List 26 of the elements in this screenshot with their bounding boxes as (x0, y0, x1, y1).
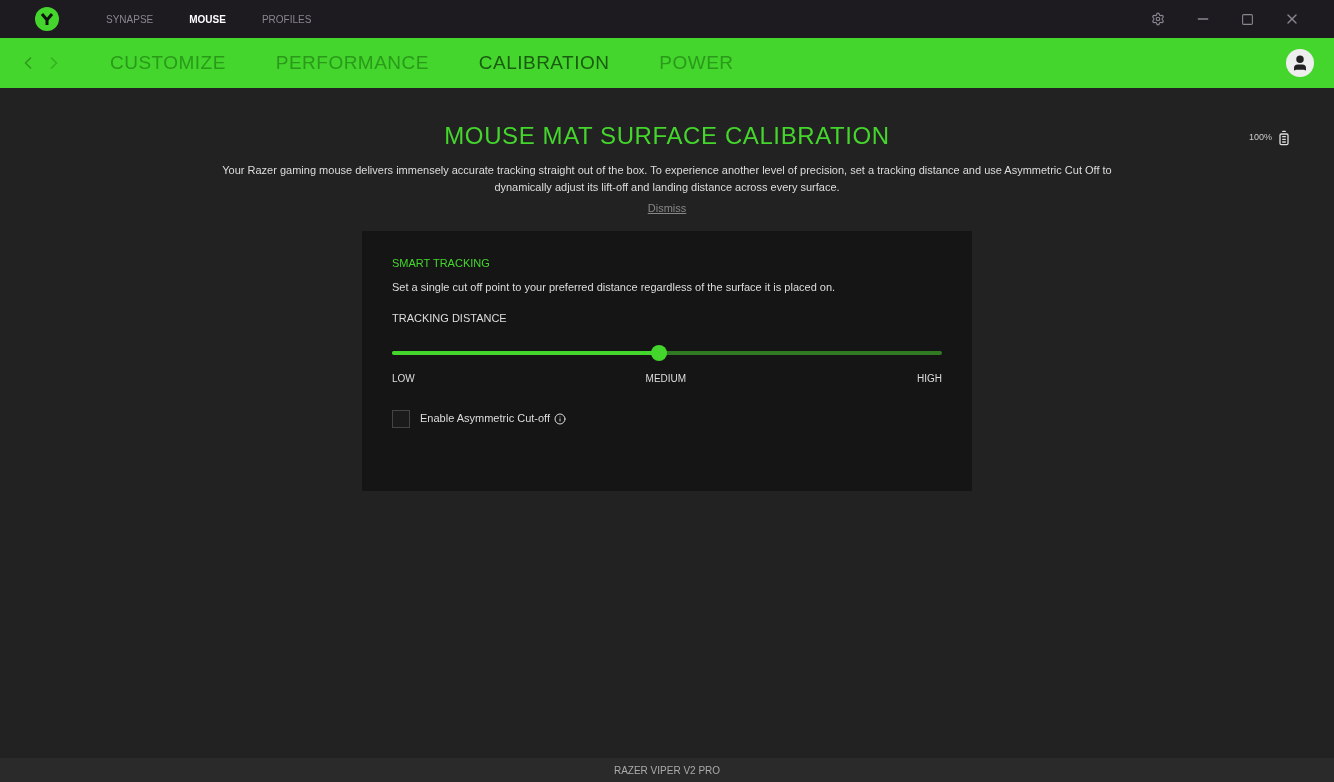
settings-icon[interactable] (1151, 12, 1165, 26)
top-tab[interactable]: MOUSE (189, 11, 226, 27)
description: Your Razer gaming mouse delivers immensely accurate tracking straight out of the box. To experience another level of precision, set a tracking distance and use Asymmetric Cut Off to dynamically adjust its lift-off and landing distance across every surface. (221, 163, 1113, 195)
slider-tick-label: LOW (392, 371, 415, 386)
slider-label: TRACKING DISTANCE (392, 311, 508, 326)
slider-thumb[interactable] (650, 344, 667, 361)
device-name: RAZER VIPER V2 PRO (613, 763, 721, 778)
slider-tick-label: MEDIUM (645, 371, 687, 386)
card-description: Set a single cut off point to your preferred distance regardless of the surface it is placed on. (392, 280, 837, 295)
user-icon (1291, 54, 1309, 72)
slider[interactable] (392, 344, 942, 361)
battery-icon (1276, 130, 1292, 146)
info-icon[interactable] (554, 412, 566, 425)
checkbox-label: Enable Asymmetric Cut-off (420, 411, 550, 427)
dismiss-link[interactable]: Dismiss (647, 200, 687, 217)
card-heading: SMART TRACKING (392, 255, 491, 271)
nav-tab[interactable]: CALIBRATION (478, 48, 610, 78)
avatar-button[interactable] (1286, 49, 1314, 77)
page-title: MOUSE MAT SURFACE CALIBRATION (444, 121, 890, 151)
logo-icon (34, 6, 60, 32)
slider-tick-label: HIGH (917, 371, 942, 386)
battery-percent: 100% (1248, 131, 1272, 145)
top-tab[interactable]: SYNAPSE (106, 11, 154, 27)
maximize-icon[interactable] (1241, 12, 1254, 26)
top-tab[interactable]: PROFILES (261, 11, 312, 27)
checkbox[interactable] (392, 409, 410, 428)
